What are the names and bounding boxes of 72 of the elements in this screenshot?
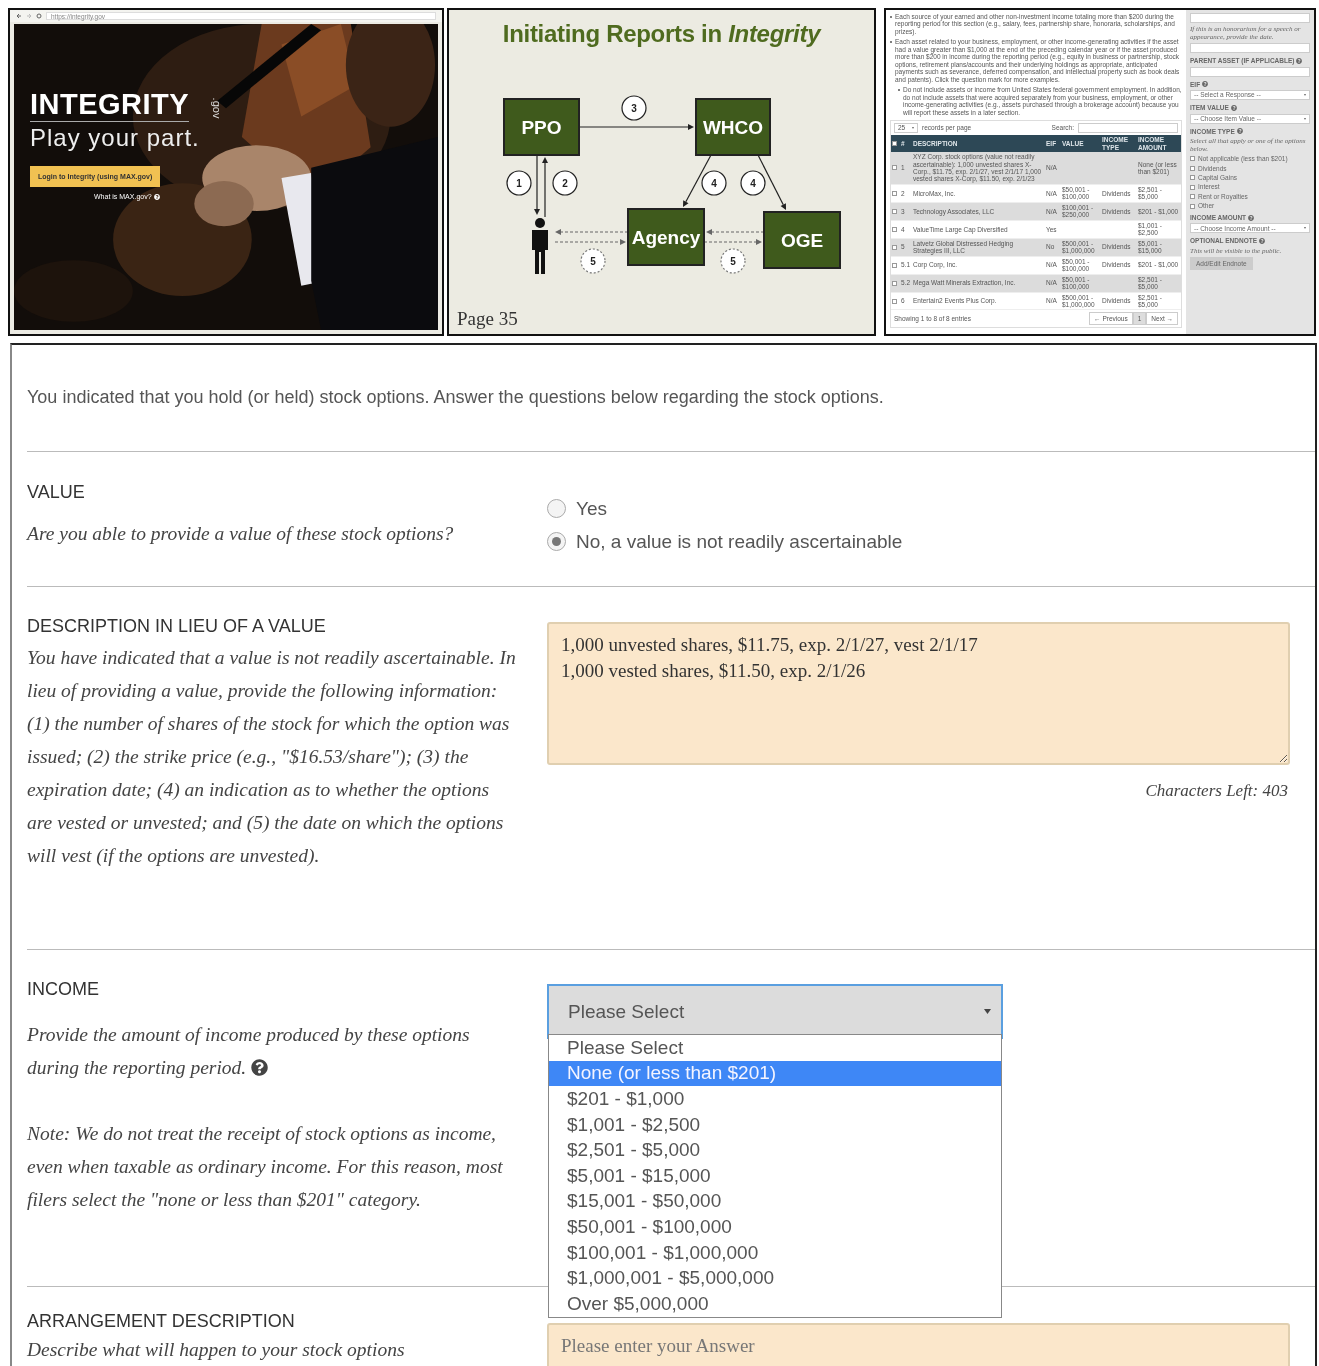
checkbox[interactable]	[1190, 203, 1195, 209]
step-number: 5	[720, 248, 746, 274]
reload-icon	[36, 13, 42, 19]
arrow	[683, 154, 712, 207]
step-number: 5	[580, 248, 606, 274]
checkbox[interactable]	[892, 226, 897, 232]
help-icon[interactable]	[1202, 81, 1209, 88]
radio-button[interactable]	[547, 499, 566, 518]
instruction-text: You have indicated that a value is not readily ascertainable. In lieu of providing a value, provide the following information: (1) the number of shares of the stock for which the option was issued; (2) the strike price (e.g., "$16.53/share"); (3) the expiration date; (4) an indication as to whether the options are vested or unvested; and (5) the date on which the options will vest (if the options are unvested).	[27, 646, 517, 868]
checkbox[interactable]	[1190, 194, 1195, 200]
arrow	[554, 239, 626, 245]
diagram-node: PPO	[503, 98, 580, 156]
checkbox[interactable]	[1190, 175, 1195, 181]
tagline: Play your part.	[30, 124, 200, 152]
section-heading: VALUE	[27, 482, 86, 503]
text-field[interactable]	[1190, 66, 1310, 77]
help-icon[interactable]	[1236, 128, 1243, 135]
note-text: Note: We do not treat the receipt of stock options as income, even when taxable as ordinary income. For this reason, most filers select the "none or less than $201" category.	[27, 1122, 504, 1212]
step-number: 4	[701, 170, 727, 196]
step-number: 1	[506, 170, 532, 196]
arrow	[534, 154, 540, 215]
checkbox[interactable]	[892, 165, 897, 171]
checkbox[interactable]	[892, 280, 897, 286]
step-number: 3	[621, 95, 647, 121]
checkbox[interactable]	[1190, 184, 1195, 190]
instruction-text: Provide the amount of income produced by these options during the reporting period.	[27, 1023, 471, 1080]
help-icon[interactable]	[1230, 104, 1237, 111]
radio-label: No, a value is not readily ascertainable	[576, 530, 903, 553]
section-heading: ARRANGEMENT DESCRIPTION	[27, 1311, 296, 1332]
diagram-node: OGE	[763, 211, 841, 269]
brand-suffix: .gov	[211, 97, 224, 119]
checkbox[interactable]	[892, 298, 897, 304]
arrow	[706, 229, 765, 235]
search-field[interactable]	[1078, 123, 1178, 134]
description-field[interactable]: 1,000 unvested shares, $11.75, exp. 2/1/27, vest 2/1/17 1,000 vested shares, $11.50, exp. 2/1/26	[547, 622, 1290, 765]
checkbox[interactable]	[892, 244, 897, 250]
help-icon[interactable]	[1259, 238, 1266, 245]
characters-left: Characters Left: 403	[1145, 781, 1288, 800]
checkbox[interactable]	[892, 208, 897, 214]
checkbox[interactable]	[1190, 156, 1195, 162]
checkbox[interactable]	[1190, 165, 1195, 171]
radio-button[interactable]	[547, 532, 566, 551]
checkbox[interactable]	[892, 190, 897, 196]
checkbox[interactable]	[892, 262, 897, 268]
help-icon[interactable]	[251, 1059, 269, 1076]
page-number: Page 35	[457, 308, 518, 330]
intro-text: You indicated that you hold (or held) stock options. Answer the questions below regarding the stock options.	[27, 387, 884, 407]
diagram-node: Agency	[627, 208, 705, 266]
forward-icon	[26, 13, 32, 19]
checkbox[interactable]	[892, 141, 897, 147]
instruction-text: Describe what will happen to your stock options	[27, 1338, 406, 1362]
text-field[interactable]	[1190, 13, 1310, 23]
person-icon	[532, 218, 548, 274]
section-heading: INCOME	[27, 979, 100, 1000]
brand-title: INTEGRITY	[30, 88, 190, 122]
help-icon	[153, 193, 160, 200]
help-icon[interactable]	[1296, 57, 1303, 64]
radio-label: Yes	[576, 497, 607, 520]
diagram-node: WHCO	[695, 98, 771, 156]
step-number: 2	[552, 170, 578, 196]
slide-title: Initiating Reports in Integrity	[501, 19, 823, 49]
answer-field[interactable]: Please enter your Answer	[547, 1323, 1290, 1366]
arrow	[757, 154, 786, 210]
text-field[interactable]	[1190, 43, 1310, 54]
section-heading: DESCRIPTION IN LIEU OF A VALUE	[27, 616, 327, 637]
arrow	[703, 239, 762, 245]
step-number: 4	[740, 170, 766, 196]
caret-icon	[984, 1009, 991, 1014]
arrow	[542, 157, 548, 218]
question-text: Are you able to provide a value of these stock options?	[27, 522, 455, 546]
back-icon	[16, 13, 22, 19]
help-icon[interactable]	[1248, 214, 1255, 221]
